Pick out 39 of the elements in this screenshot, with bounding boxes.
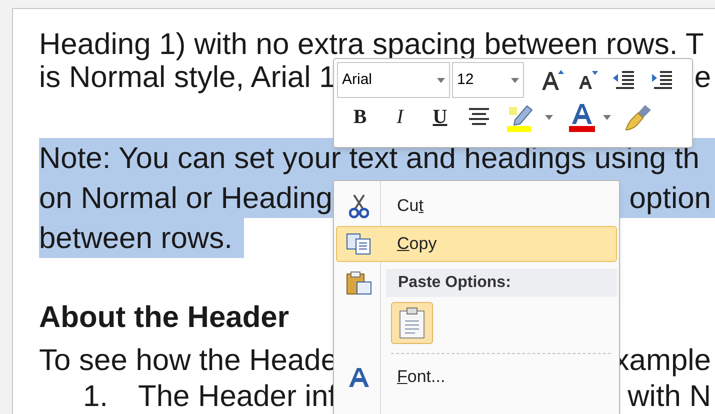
- document-text: with N: [628, 378, 711, 414]
- document-text: option: [629, 180, 711, 216]
- copy-icon: [346, 233, 372, 255]
- section-heading: About the Header: [39, 300, 290, 336]
- dropdown-caret-icon: [511, 78, 519, 82]
- paste-icon: [346, 271, 372, 295]
- menu-item[interactable]: Copy: [336, 226, 617, 262]
- menu-item[interactable]: Font...: [336, 359, 617, 395]
- scissors-icon: [349, 193, 369, 219]
- document-text: between rows.: [39, 218, 244, 258]
- document-text: is Normal style, Arial 1: [39, 60, 336, 96]
- grow-font-icon[interactable]: [540, 68, 566, 92]
- increase-indent-icon[interactable]: [650, 69, 674, 91]
- dropdown-caret-icon[interactable]: [603, 114, 611, 120]
- document-text: on Normal or Heading: [39, 180, 332, 216]
- font-icon: [348, 366, 370, 388]
- list-number: 1.: [83, 378, 108, 414]
- font-size-dropdown[interactable]: 12: [452, 62, 524, 98]
- document-text: e: [694, 60, 711, 96]
- document-text: xample: [614, 343, 711, 379]
- font-name-value: Arial: [342, 70, 372, 90]
- font-size-value: 12: [457, 70, 474, 90]
- center-align-icon[interactable]: [467, 106, 491, 128]
- paste-keep-formatting-button[interactable]: [391, 302, 433, 344]
- font-color-icon[interactable]: [567, 102, 597, 132]
- underline-button[interactable]: U: [427, 102, 453, 132]
- decrease-indent-icon[interactable]: [612, 69, 636, 91]
- document-text: Note: You can set your text and headings using th: [39, 140, 700, 176]
- bold-button[interactable]: B: [347, 102, 373, 132]
- dropdown-caret-icon: [437, 78, 445, 82]
- menu-item[interactable]: Cut: [336, 188, 617, 224]
- italic-button[interactable]: I: [387, 102, 413, 132]
- document-text: To see how the Heade: [39, 343, 338, 379]
- clipboard-icon: [399, 307, 425, 339]
- menu-section-header: Paste Options:: [386, 269, 617, 297]
- dropdown-caret-icon[interactable]: [545, 114, 553, 120]
- shrink-font-icon[interactable]: [576, 69, 600, 91]
- document-text: Heading 1) with no extra spacing between rows. T: [39, 27, 704, 63]
- font-name-dropdown[interactable]: Arial: [337, 62, 450, 98]
